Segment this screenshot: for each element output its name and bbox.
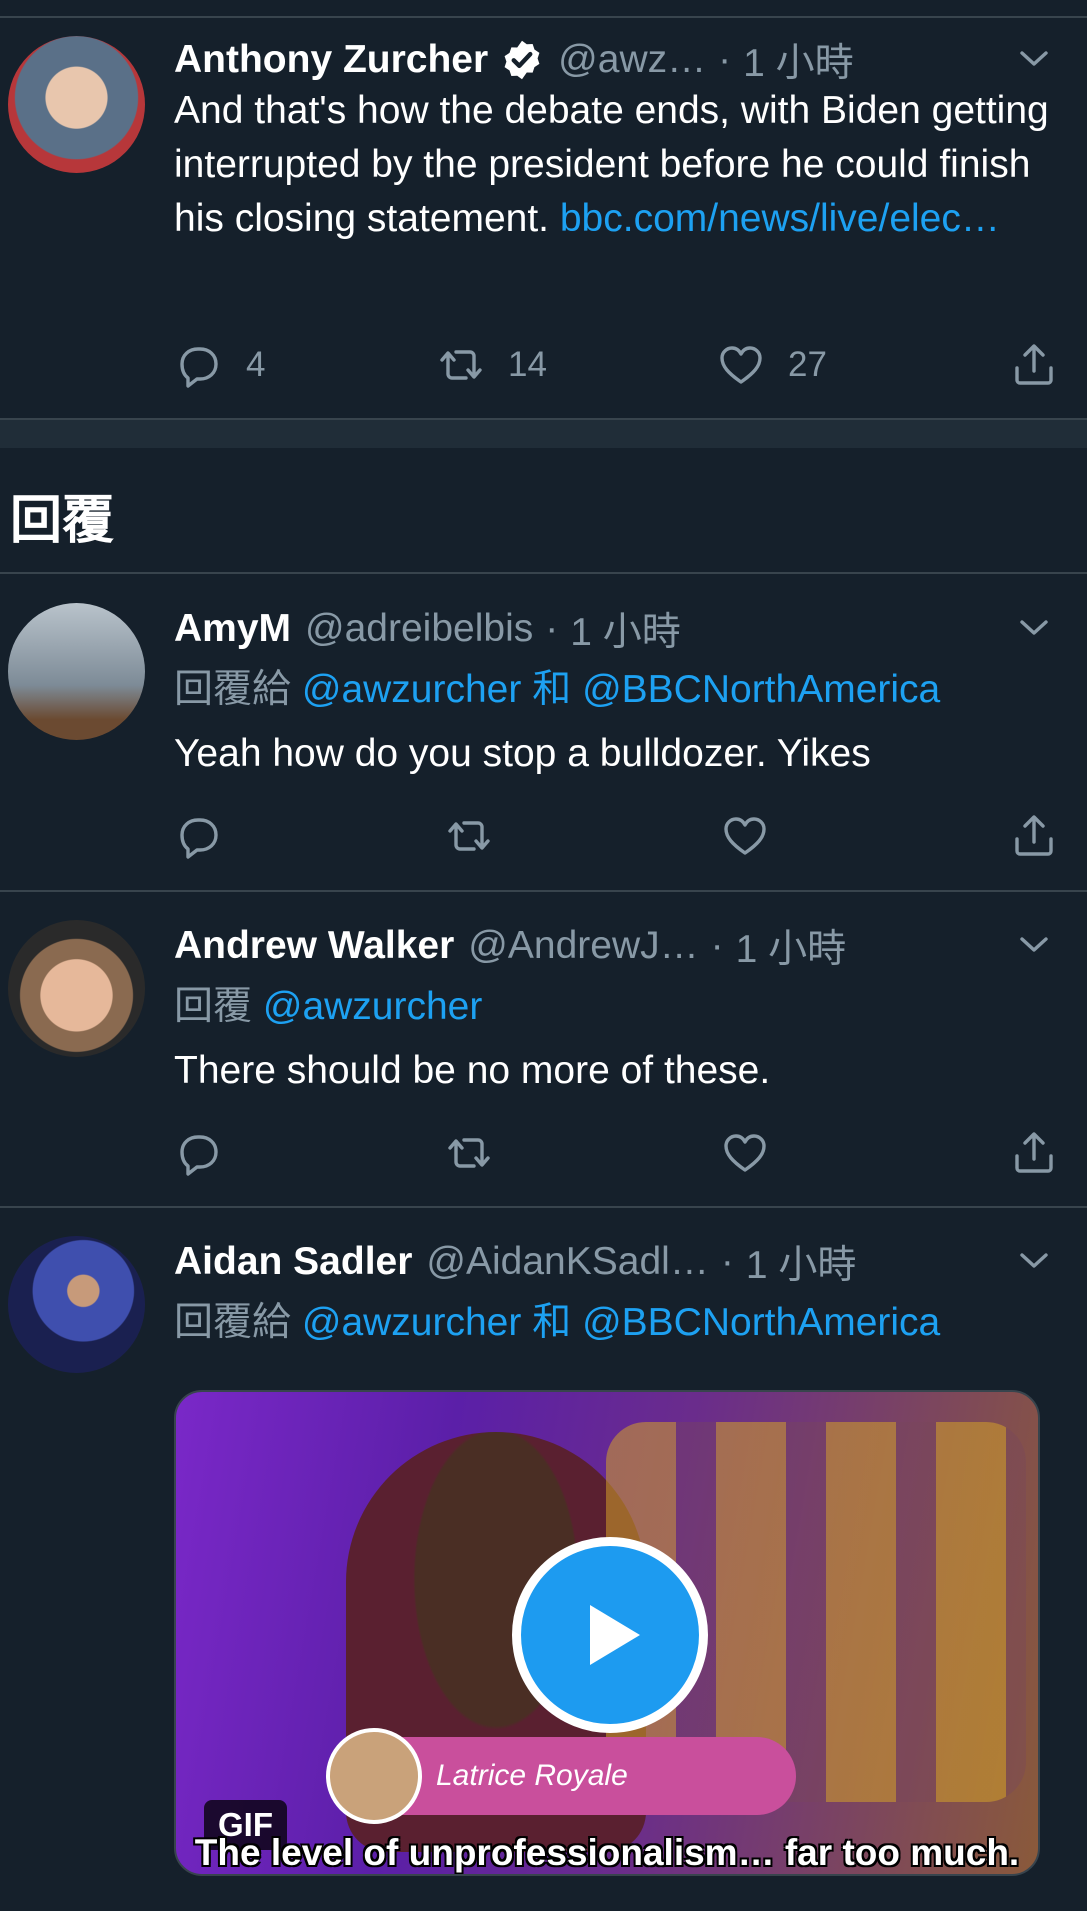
- retweet-button[interactable]: [444, 1125, 494, 1181]
- gif-media[interactable]: Latrice Royale GIF The level of unprofes…: [174, 1390, 1040, 1876]
- mention-link[interactable]: @BBCNorthAmerica: [582, 668, 940, 711]
- author-name[interactable]: Aidan Sadler: [174, 1240, 412, 1284]
- action-bar: [174, 808, 1059, 864]
- reply-conjunction: 和: [532, 1301, 572, 1344]
- tweet-text: And that's how the debate ends, with Bid…: [174, 84, 1057, 246]
- author-handle: @adreibelbis: [305, 607, 534, 650]
- like-count: 27: [788, 345, 827, 384]
- share-button[interactable]: [1009, 1125, 1059, 1181]
- author-name[interactable]: Anthony Zurcher: [174, 38, 488, 82]
- like-icon: [720, 346, 762, 384]
- avatar[interactable]: [8, 1236, 145, 1373]
- author-handle: @AndrewJ…: [468, 924, 699, 967]
- retweet-count: 14: [508, 345, 547, 384]
- reply-context: 回覆 @awzurcher: [174, 980, 1057, 1034]
- avatar[interactable]: [8, 603, 145, 740]
- divider: [0, 572, 1087, 574]
- reply-button[interactable]: 4: [174, 337, 265, 393]
- like-icon: [724, 1134, 766, 1172]
- chevron-down-icon[interactable]: [1017, 42, 1051, 76]
- retweet-icon: [440, 350, 482, 380]
- retweet-button[interactable]: [444, 808, 494, 864]
- reply-count: 4: [246, 345, 266, 384]
- reply-button[interactable]: [174, 1125, 224, 1181]
- tweet-text: Yeah how do you stop a bulldozer. Yikes: [174, 732, 871, 775]
- share-icon: [1015, 344, 1053, 385]
- reply-context: 回覆給 @awzurcher 和 @BBCNorthAmerica: [174, 663, 1057, 717]
- share-icon: [1015, 1132, 1053, 1173]
- timestamp[interactable]: 1 小時: [570, 601, 681, 657]
- avatar[interactable]: [8, 920, 145, 1057]
- action-bar: [174, 1125, 1059, 1181]
- nameplate-avatar: [326, 1728, 422, 1824]
- separator-dot: ·: [710, 924, 724, 967]
- mention-link[interactable]: @awzurcher: [302, 1301, 522, 1344]
- reply-prefix: 回覆給: [174, 1301, 292, 1344]
- section-divider: [0, 418, 1087, 448]
- like-button[interactable]: [720, 808, 770, 864]
- gif-nameplate: Latrice Royale: [326, 1728, 796, 1824]
- reply-icon: [180, 347, 218, 388]
- verified-icon: [504, 40, 540, 80]
- mention-link[interactable]: @BBCNorthAmerica: [582, 1301, 940, 1344]
- share-icon: [1015, 815, 1053, 856]
- replies-heading: 回覆: [10, 492, 115, 550]
- separator-dot: ·: [545, 607, 559, 650]
- chevron-down-icon[interactable]: [1017, 611, 1051, 645]
- timestamp[interactable]: 1 小時: [746, 1234, 857, 1290]
- retweet-icon: [448, 821, 490, 851]
- nameplate-text: Latrice Royale: [436, 1759, 628, 1792]
- chevron-down-icon[interactable]: [1017, 1244, 1051, 1278]
- mention-link[interactable]: @awzurcher: [302, 668, 522, 711]
- tweet-text: There should be no more of these.: [174, 1049, 771, 1092]
- like-button[interactable]: [720, 1125, 770, 1181]
- timestamp[interactable]: 1 小時: [743, 32, 854, 88]
- play-button[interactable]: [512, 1537, 708, 1733]
- author-name[interactable]: Andrew Walker: [174, 924, 454, 968]
- mention-link[interactable]: @awzurcher: [263, 985, 483, 1028]
- reply-prefix: 回覆: [174, 985, 253, 1028]
- action-bar: 4 14 27: [174, 337, 1059, 393]
- top-divider: [0, 0, 1087, 18]
- separator-dot: ·: [720, 1240, 734, 1283]
- gif-caption: The level of unprofessionalism… far too …: [194, 1832, 1020, 1873]
- divider: [0, 890, 1087, 892]
- tweet-link[interactable]: bbc.com/news/live/elec…: [560, 197, 1000, 240]
- reply-icon: [180, 818, 218, 859]
- reply-conjunction: 和: [532, 668, 572, 711]
- like-button[interactable]: 27: [716, 337, 827, 393]
- author-handle: @awz…: [558, 38, 707, 81]
- separator-dot: ·: [718, 38, 732, 81]
- like-icon: [724, 817, 766, 855]
- author-name[interactable]: AmyM: [174, 607, 291, 651]
- chevron-down-icon[interactable]: [1017, 928, 1051, 962]
- timestamp[interactable]: 1 小時: [736, 918, 847, 974]
- author-handle: @AidanKSadl…: [426, 1240, 709, 1283]
- share-button[interactable]: [1009, 808, 1059, 864]
- reply-icon: [180, 1135, 218, 1176]
- divider: [0, 1206, 1087, 1208]
- retweet-icon: [448, 1138, 490, 1168]
- avatar[interactable]: [8, 36, 145, 173]
- reply-context: 回覆給 @awzurcher 和 @BBCNorthAmerica: [174, 1296, 1057, 1350]
- retweet-button[interactable]: 14: [436, 337, 547, 393]
- play-icon: [590, 1605, 640, 1665]
- share-button[interactable]: [1009, 337, 1059, 393]
- reply-prefix: 回覆給: [174, 668, 292, 711]
- reply-button[interactable]: [174, 808, 224, 864]
